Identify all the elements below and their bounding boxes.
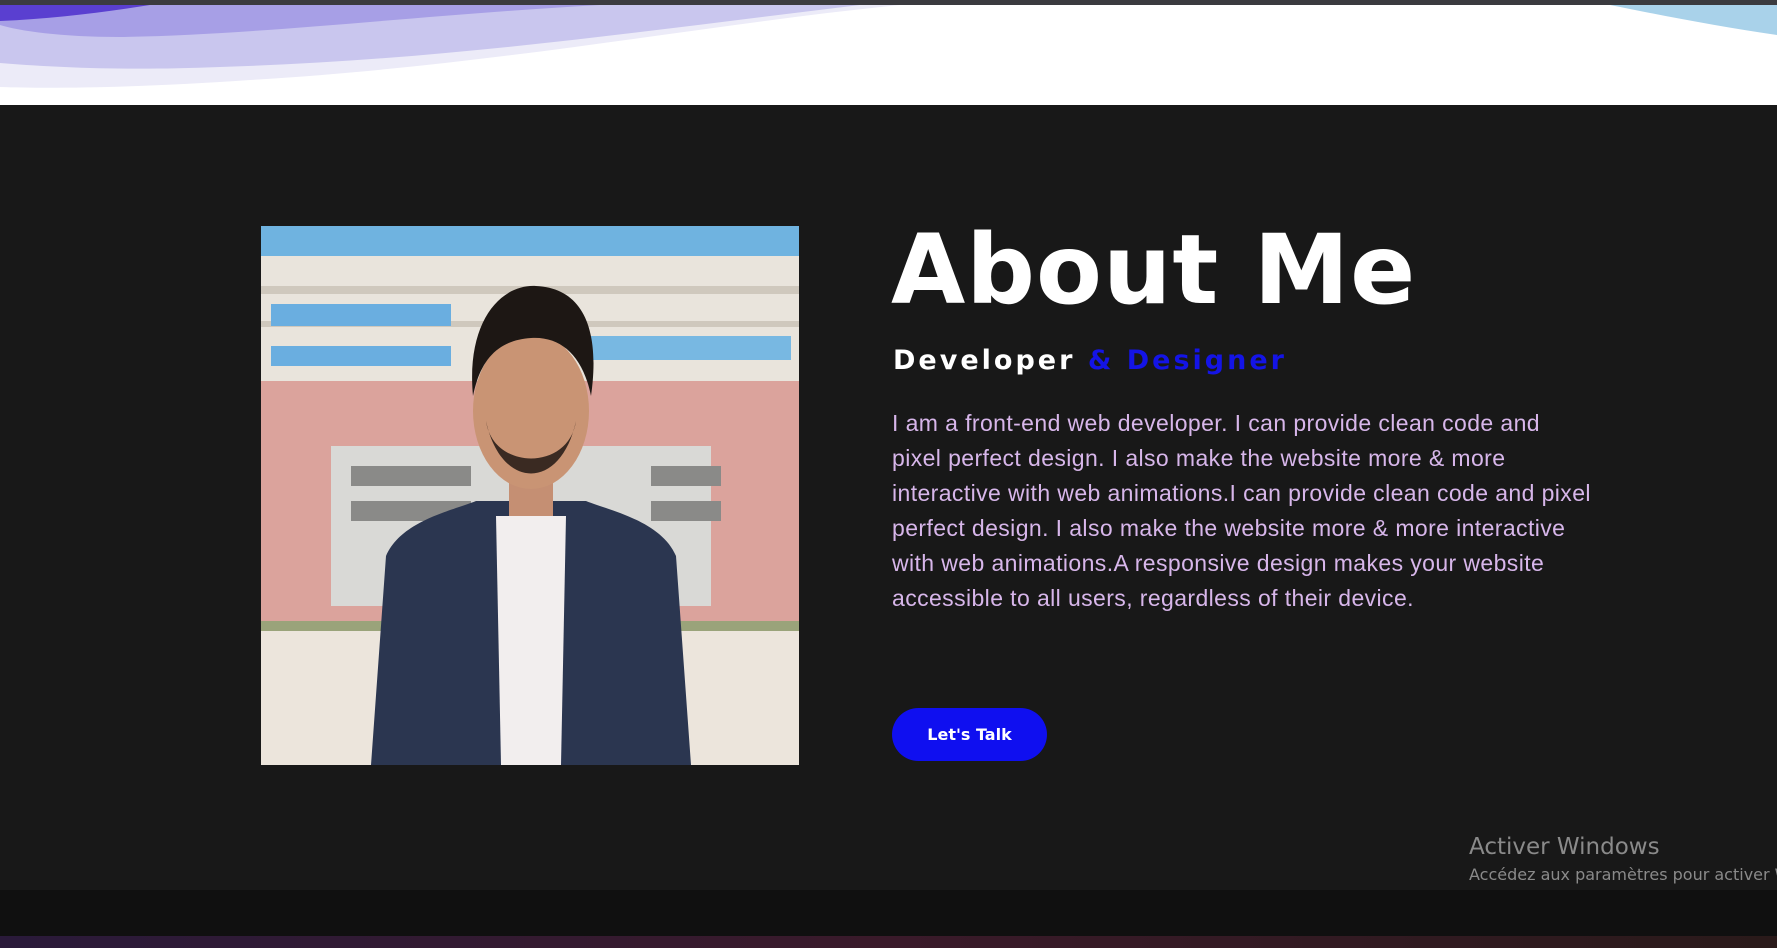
watermark-subtitle: Accédez aux paramètres pour activer W (1469, 865, 1777, 884)
bio-paragraph: I am a front-end web developer. I can pr… (892, 410, 1591, 611)
wave-header-decoration (0, 5, 1777, 105)
lets-talk-button[interactable]: Let's Talk (892, 708, 1047, 761)
about-title: About Me (891, 214, 1417, 326)
watermark-title: Activer Windows (1469, 834, 1660, 860)
role-primary: Developer (893, 345, 1076, 376)
profile-photo (261, 226, 799, 765)
wave-shape (0, 5, 1777, 88)
taskbar-strip (0, 936, 1777, 948)
windows-activation-watermark: Activer Windows Accédez aux paramètres p… (1469, 832, 1777, 886)
role-secondary: & Designer (1087, 345, 1287, 376)
role-subtitle: Developer & Designer (893, 344, 1287, 378)
person-portrait-icon (261, 226, 799, 765)
footer-band (0, 890, 1777, 936)
